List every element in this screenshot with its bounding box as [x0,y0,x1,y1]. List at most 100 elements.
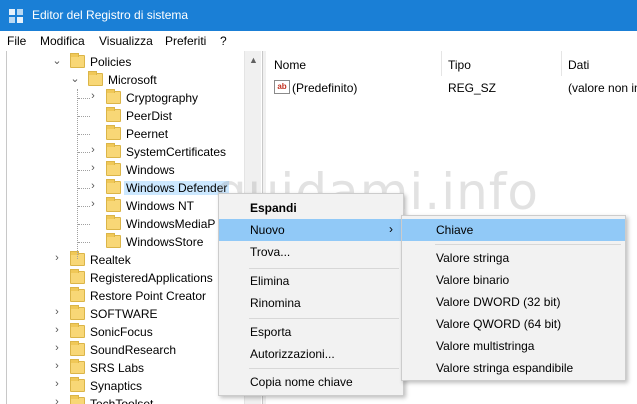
chevron-right-icon[interactable]: › [51,360,63,372]
menu-bar: File Modifica Visualizza Preferiti ? [0,31,637,51]
menu-visualizza[interactable]: Visualizza [99,34,153,48]
chevron-right-icon[interactable]: › [87,90,99,102]
tree-node-label: SoundResearch [90,343,177,357]
tree-node[interactable]: › TechToolset [0,395,244,404]
chevron-right-icon[interactable]: › [51,378,63,390]
tree-node[interactable]: › Windows [0,161,244,179]
chevron-right-icon[interactable]: › [51,306,63,318]
context-item-esporta[interactable]: Esporta [219,321,403,343]
menu-help[interactable]: ? [220,34,227,48]
chevron-right-icon[interactable]: › [87,180,99,192]
submenu-item-label: Chiave [436,223,474,237]
context-item-label: Autorizzazioni... [250,347,335,361]
tree-node[interactable]: › SystemCertificates [0,143,244,161]
column-header-nome[interactable]: Nome [274,51,306,76]
submenu-item-label: Valore stringa [436,251,510,265]
tree-node-label: SOFTWARE [90,307,158,321]
folder-icon [106,125,121,140]
folder-icon [106,143,121,158]
tree-node-label: Cryptography [126,91,199,105]
chevron-right-icon: › [389,222,393,236]
chevron-down-icon[interactable]: ⌄ [51,54,63,67]
tree-node[interactable]: Peernet [0,125,244,143]
string-value-icon: ab [274,80,290,94]
menu-preferiti[interactable]: Preferiti [165,34,206,48]
context-item-label: Rinomina [250,296,301,310]
submenu-item-label: Valore DWORD (32 bit) [436,295,561,309]
submenu-item-chiave[interactable]: Chiave [402,219,625,241]
submenu-item-label: Valore multistringa [436,339,535,353]
folder-icon [106,197,121,212]
context-item-trova[interactable]: Trova... [219,241,403,263]
context-item-elimina[interactable]: Elimina [219,270,403,292]
context-item-nuovo[interactable]: Nuovo › [219,219,403,241]
folder-icon [70,359,85,374]
tree-node[interactable]: WindowsMediaP [0,215,244,233]
tree-node[interactable]: ⌄ Microsoft [0,71,244,89]
tree-node[interactable]: ⌄ Policies [0,53,244,71]
value-name[interactable]: (Predefinito) [292,81,357,95]
column-header-tipo[interactable]: Tipo [448,51,471,76]
tree-guide-line [78,188,90,189]
tree-node[interactable]: › Windows NT [0,197,244,215]
scroll-up-icon[interactable]: ▲ [249,55,258,65]
tree-guide-line [78,224,90,225]
registry-editor-icon [9,9,23,23]
tree-node[interactable]: › SOFTWARE [0,305,244,323]
tree-node[interactable]: › SoundResearch [0,341,244,359]
tree-guide-line [78,98,90,99]
chevron-right-icon[interactable]: › [87,162,99,174]
tree-node-label: Peernet [126,127,169,141]
chevron-right-icon[interactable]: › [51,342,63,354]
chevron-right-icon[interactable]: › [51,252,63,264]
context-item-copia-nome-chiave[interactable]: Copia nome chiave [219,371,403,393]
context-item-label: Copia nome chiave [250,375,353,389]
tree-node-label: Microsoft [108,73,157,87]
menu-file[interactable]: File [7,34,26,48]
tree-node-label: SonicFocus [90,325,153,339]
menu-separator [249,318,399,319]
chevron-right-icon[interactable]: › [51,324,63,336]
tree-node[interactable]: › Realtek [0,251,244,269]
chevron-right-icon[interactable]: › [87,144,99,156]
chevron-down-icon[interactable]: ⌄ [69,72,81,85]
title-bar: Editor del Registro di sistema [0,0,637,31]
context-item-label: Nuovo [250,223,285,237]
chevron-right-icon[interactable]: › [51,396,63,404]
tree-node[interactable]: › SRS Labs [0,359,244,377]
chevron-right-icon[interactable]: › [87,198,99,210]
tree-guide-line [78,206,90,207]
tree-node[interactable]: Restore Point Creator [0,287,244,305]
menu-modifica[interactable]: Modifica [40,34,85,48]
folder-icon [106,161,121,176]
tree-node[interactable]: RegisteredApplications [0,269,244,287]
submenu-item-valore-stringa[interactable]: Valore stringa [402,247,625,269]
submenu-item-valore-multistringa[interactable]: Valore multistringa [402,335,625,357]
folder-icon [70,53,85,68]
folder-icon [70,341,85,356]
context-item-label: Espandi [250,201,297,215]
tree-node[interactable]: › Cryptography [0,89,244,107]
tree-node[interactable]: › SonicFocus [0,323,244,341]
column-separator[interactable] [561,51,562,76]
submenu-item-valore-dword[interactable]: Valore DWORD (32 bit) [402,291,625,313]
tree-node-label: Realtek [90,253,131,267]
tree-node[interactable]: WindowsStore [0,233,244,251]
tree-node[interactable]: › Synaptics [0,377,244,395]
column-header-dati[interactable]: Dati [568,51,589,76]
submenu-item-valore-stringa-espandibile[interactable]: Valore stringa espandibile [402,357,625,379]
folder-icon [70,323,85,338]
tree-node-label: WindowsMediaP [126,217,216,231]
submenu-item-valore-qword[interactable]: Valore QWORD (64 bit) [402,313,625,335]
value-type: REG_SZ [448,81,497,95]
context-item-rinomina[interactable]: Rinomina [219,292,403,314]
column-separator[interactable] [441,51,442,76]
context-item-autorizzazioni[interactable]: Autorizzazioni... [219,343,403,365]
tree-node-label: Windows NT [126,199,195,213]
tree-guide-line [78,170,90,171]
tree-node-label: Policies [90,55,132,69]
tree-node[interactable]: PeerDist [0,107,244,125]
tree-node[interactable]: › Windows Defender [0,179,244,197]
context-item-espandi[interactable]: Espandi [219,197,403,219]
submenu-item-valore-binario[interactable]: Valore binario [402,269,625,291]
